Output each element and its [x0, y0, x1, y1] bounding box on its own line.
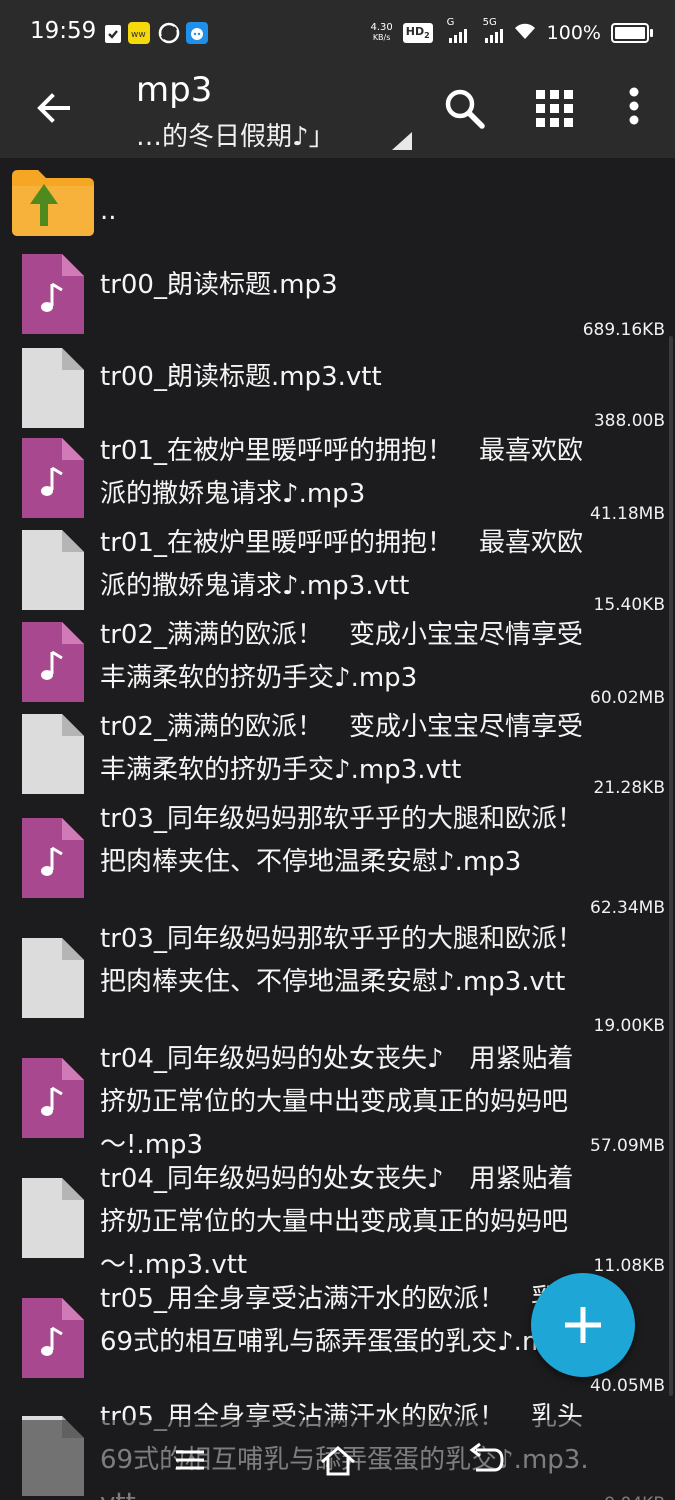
svg-text:ww: ww — [131, 30, 146, 40]
file-row[interactable]: tr04_同年级妈妈的处女丧失♪ 用紧贴着挤奶正常位的大量中出变成真正的妈妈吧～… — [0, 1038, 675, 1160]
recents-button[interactable] — [170, 1442, 210, 1478]
home-button[interactable] — [318, 1442, 358, 1478]
file-name: tr04_同年级妈妈的处女丧失♪ 用紧贴着挤奶正常位的大量中出变成真正的妈妈吧～… — [100, 1164, 574, 1280]
wifi-icon — [513, 21, 537, 45]
status-bar: 19:59 ww 4.30 KB/s HD2 G 5G 100% — [0, 0, 675, 66]
music-file-icon — [22, 254, 84, 334]
file-size: 41.18MB — [590, 504, 665, 524]
file-size: 11.08KB — [593, 1256, 665, 1276]
net-speed-unit: KB/s — [372, 33, 391, 42]
more-vert-icon — [629, 87, 639, 125]
search-icon — [445, 89, 485, 129]
back-nav-icon — [469, 1442, 504, 1472]
file-row[interactable]: tr00_朗读标题.mp3 — [0, 246, 675, 338]
file-row[interactable]: tr02_满满的欧派！ 变成小宝宝尽情享受丰满柔软的挤奶手交♪.mp3.vtt — [0, 706, 675, 798]
back-nav-button[interactable] — [466, 1442, 506, 1478]
more-options-button[interactable] — [610, 84, 660, 134]
status-time: 19:59 — [30, 18, 97, 44]
menu-lines-icon — [176, 1450, 204, 1470]
link-app-icon — [158, 22, 180, 44]
path-dropdown[interactable]: …的冬日假期♪」 — [136, 116, 335, 153]
file-row[interactable]: tr04_同年级妈妈的处女丧失♪ 用紧贴着挤奶正常位的大量中出变成真正的妈妈吧～… — [0, 1158, 675, 1280]
file-row[interactable]: tr00_朗读标题.mp3.vtt — [0, 338, 675, 430]
parent-dir-row[interactable]: .. — [0, 158, 675, 246]
file-size: 15.40KB — [593, 595, 665, 615]
text-file-icon — [22, 714, 84, 794]
text-file-icon — [22, 938, 84, 1018]
back-button[interactable] — [30, 84, 78, 132]
text-file-icon — [22, 1178, 84, 1258]
file-size: 57.09MB — [590, 1136, 665, 1156]
file-size: 40.05MB — [590, 1376, 665, 1396]
file-name: tr03_同年级妈妈那软乎乎的大腿和欧派！ 把肉棒夹住、不停地温柔安慰♪.mp3… — [100, 924, 609, 997]
music-file-icon — [22, 622, 84, 702]
file-name: tr00_朗读标题.mp3.vtt — [100, 362, 382, 392]
grid-view-icon — [536, 90, 573, 127]
text-file-icon — [22, 530, 84, 610]
toolbar: mp3 …的冬日假期♪」 — [0, 66, 675, 158]
bilibili-icon — [186, 22, 208, 44]
signal2-label: 5G — [482, 17, 497, 28]
system-nav-bar — [0, 1420, 675, 1500]
file-name: tr02_满满的欧派！ 变成小宝宝尽情享受丰满柔软的挤奶手交♪.mp3.vtt — [100, 712, 583, 785]
battery-icon — [611, 23, 653, 43]
status-right-group: 4.30 KB/s HD2 G 5G 100% — [370, 17, 653, 48]
net-speed-value: 4.30 — [370, 22, 393, 33]
file-name: tr01_在被炉里暖呼呼的拥抱！ 最喜欢欧派的撒娇鬼请求♪.mp3.vtt — [100, 528, 583, 601]
battery-percent: 100% — [546, 22, 601, 44]
file-size: 388.00B — [593, 411, 665, 431]
file-size: 62.34MB — [590, 898, 665, 918]
file-row[interactable]: tr03_同年级妈妈那软乎乎的大腿和欧派！ 把肉棒夹住、不停地温柔安慰♪.mp3… — [0, 918, 675, 1038]
add-button[interactable] — [531, 1273, 635, 1377]
file-row[interactable]: tr01_在被炉里暖呼呼的拥抱！ 最喜欢欧派的撒娇鬼请求♪.mp3 — [0, 430, 675, 522]
music-file-icon — [22, 1298, 84, 1378]
file-row[interactable]: tr01_在被炉里暖呼呼的拥抱！ 最喜欢欧派的撒娇鬼请求♪.mp3.vtt — [0, 522, 675, 614]
file-name: tr01_在被炉里暖呼呼的拥抱！ 最喜欢欧派的撒娇鬼请求♪.mp3 — [100, 436, 583, 509]
net-speed: 4.30 KB/s — [370, 23, 392, 43]
toolbar-title: mp3 — [136, 70, 213, 110]
file-name: tr03_同年级妈妈那软乎乎的大腿和欧派！ 把肉棒夹住、不停地温柔安慰♪.mp3 — [100, 804, 609, 877]
signal-icon-2: 5G — [483, 17, 503, 43]
file-row[interactable]: tr02_满满的欧派！ 变成小宝宝尽情享受丰满柔软的挤奶手交♪.mp3 — [0, 614, 675, 706]
music-file-icon — [22, 438, 84, 518]
file-name: tr00_朗读标题.mp3 — [100, 270, 338, 300]
arrow-left-icon — [37, 93, 70, 123]
plus-icon — [565, 1307, 601, 1343]
music-file-icon — [22, 1058, 84, 1138]
file-name: tr02_满满的欧派！ 变成小宝宝尽情享受丰满柔软的挤奶手交♪.mp3 — [100, 620, 583, 693]
hd-badge: HD2 — [402, 23, 433, 43]
hd-sub: 2 — [424, 31, 430, 41]
file-size: 19.00KB — [593, 1016, 665, 1036]
file-name: tr04_同年级妈妈的处女丧失♪ 用紧贴着挤奶正常位的大量中出变成真正的妈妈吧～… — [100, 1044, 574, 1160]
file-size: 21.28KB — [593, 778, 665, 798]
file-size: 60.02MB — [590, 688, 665, 708]
home-icon — [321, 1446, 355, 1476]
file-name: tr05_用全身享受沾满汗水的欧派！ 乳头69式的相互哺乳与舔弄蛋蛋的乳交♪.m… — [100, 1284, 583, 1357]
file-row[interactable]: tr03_同年级妈妈那软乎乎的大腿和欧派！ 把肉棒夹住、不停地温柔安慰♪.mp3 — [0, 798, 675, 918]
folder-up-icon — [12, 170, 94, 236]
signal1-label: G — [446, 17, 455, 28]
app-notification-icon: ww — [128, 22, 150, 44]
text-file-icon — [22, 348, 84, 428]
grid-view-button[interactable] — [530, 84, 580, 134]
scrollbar[interactable] — [669, 336, 673, 1396]
search-button[interactable] — [440, 84, 490, 134]
file-size: 689.16KB — [582, 320, 665, 340]
music-file-icon — [22, 818, 84, 898]
file-manager-screen: 19:59 ww 4.30 KB/s HD2 G 5G 100% mp3 …的冬… — [0, 0, 675, 1500]
parent-dir-label: .. — [100, 196, 117, 226]
hd-text: HD — [405, 25, 425, 39]
signal-icon-1: G — [447, 17, 467, 43]
clipboard-icon — [103, 22, 125, 44]
dropdown-triangle-icon[interactable] — [392, 132, 412, 150]
